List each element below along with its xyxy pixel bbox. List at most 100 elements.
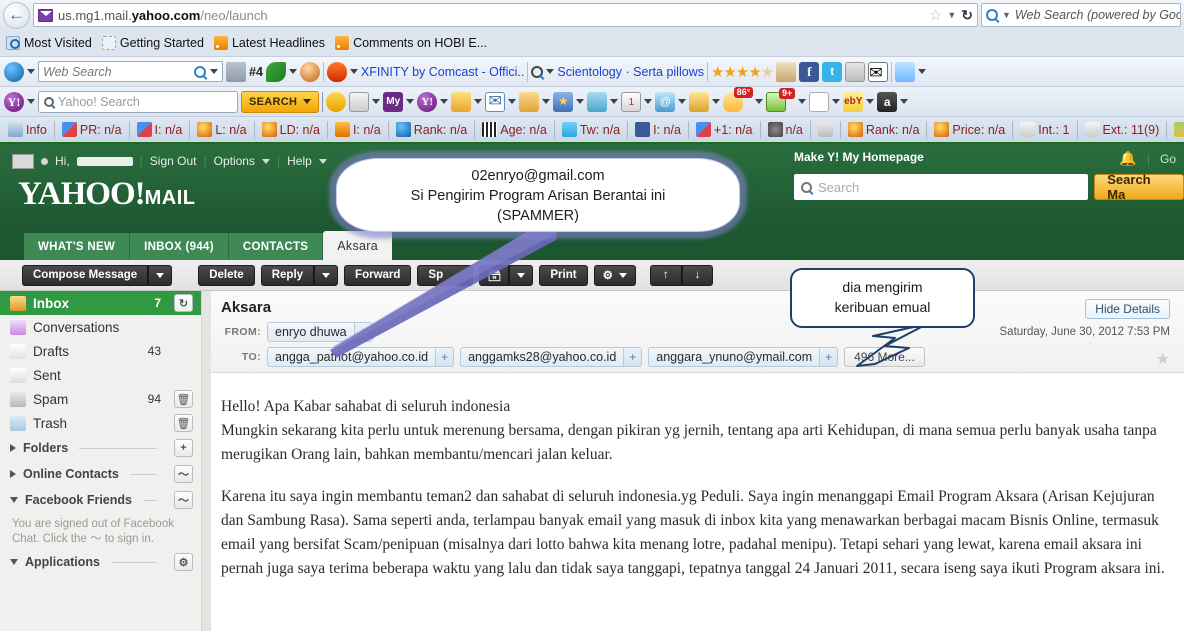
search-icon[interactable] bbox=[531, 65, 544, 78]
xfinity-link[interactable]: XFINITY by Comcast - Offici.. bbox=[361, 65, 524, 79]
yahoo-logo-icon[interactable]: Y! bbox=[4, 91, 24, 112]
yahoo-search-button[interactable]: SEARCH bbox=[241, 90, 320, 113]
amazon-icon[interactable]: a bbox=[877, 91, 898, 112]
sidebar-item-inbox[interactable]: Inbox 7 ↻ bbox=[0, 291, 201, 315]
chevron-down-icon[interactable] bbox=[866, 99, 875, 104]
messenger-icon[interactable]: 9+ bbox=[766, 87, 796, 112]
presence-status-icon[interactable] bbox=[41, 157, 48, 165]
calendar-icon[interactable]: 1 bbox=[621, 91, 642, 112]
chevron-down-icon[interactable] bbox=[918, 69, 927, 74]
mail-envelope-icon[interactable]: ✉ bbox=[485, 91, 506, 112]
url-bar[interactable]: us.mg1.mail.yahoo.com/neo/launch ☆ ▼ ↻ bbox=[33, 3, 978, 27]
chevron-down-icon[interactable] bbox=[372, 99, 381, 104]
chevron-down-icon[interactable] bbox=[303, 99, 312, 104]
chevron-down-icon[interactable] bbox=[542, 99, 551, 104]
seo-item-int-1[interactable]: Int.: 1 bbox=[1016, 122, 1073, 137]
chevron-down-icon[interactable] bbox=[712, 99, 721, 104]
next-message-button[interactable]: ↓ bbox=[681, 264, 714, 286]
sign-out-link[interactable]: Sign Out bbox=[150, 154, 197, 168]
sidebar-group-online-contacts[interactable]: Online Contacts 〜 bbox=[0, 461, 201, 487]
seo-item-tw-n-a[interactable]: Tw: n/a bbox=[558, 122, 624, 137]
seo-item-rank-n-a[interactable]: Rank: n/a bbox=[844, 122, 924, 137]
chevron-down-icon[interactable] bbox=[27, 99, 35, 104]
chevron-down-icon[interactable] bbox=[474, 99, 483, 104]
chevron-down-icon[interactable] bbox=[10, 497, 18, 503]
alexa-search-input[interactable]: Web Search bbox=[38, 61, 223, 82]
sidebar-item-spam[interactable]: Spam 94 🗑 bbox=[0, 387, 201, 411]
search-mail-button[interactable]: Search Ma bbox=[1094, 172, 1184, 202]
chevron-down-icon[interactable] bbox=[318, 158, 327, 164]
ebay-icon[interactable]: ebY bbox=[843, 91, 864, 112]
chevron-down-icon[interactable] bbox=[288, 69, 297, 74]
wayback-icon[interactable] bbox=[299, 61, 320, 82]
chevron-down-icon[interactable] bbox=[440, 99, 449, 104]
chat-icon[interactable]: 〜 bbox=[174, 465, 193, 483]
chevron-down-icon[interactable] bbox=[261, 158, 270, 164]
sidebar-group-applications[interactable]: Applications ⚙ bbox=[0, 549, 201, 575]
compose-message-button[interactable]: Compose Message bbox=[22, 264, 149, 286]
chevron-down-icon[interactable] bbox=[900, 99, 909, 104]
notepad-icon[interactable] bbox=[451, 91, 472, 112]
alexa-traffic-bars-icon[interactable] bbox=[226, 61, 246, 82]
chevron-down-icon[interactable] bbox=[27, 69, 35, 74]
chevron-down-icon[interactable] bbox=[210, 69, 218, 74]
bookmark-comments-hobi[interactable]: Comments on HOBI E... bbox=[335, 36, 487, 50]
seo-item-i-n-a[interactable]: I: n/a bbox=[631, 122, 685, 137]
chevron-down-icon[interactable] bbox=[546, 69, 555, 74]
chevron-down-icon[interactable] bbox=[10, 559, 18, 565]
help-menu[interactable]: Help bbox=[287, 154, 312, 168]
previous-message-button[interactable]: ↑ bbox=[649, 264, 682, 286]
back-button[interactable]: ← bbox=[3, 1, 30, 29]
hide-details-button[interactable]: Hide Details bbox=[1085, 299, 1170, 319]
shopping-bag-icon[interactable] bbox=[519, 91, 540, 112]
clipboard-icon[interactable] bbox=[776, 61, 797, 82]
seo-item-pr-n-a[interactable]: PR: n/a bbox=[58, 122, 126, 137]
options-menu[interactable]: Options bbox=[214, 154, 255, 168]
seo-item-l-n-a[interactable]: L: n/a bbox=[193, 122, 250, 137]
seo-item-ld-n-a[interactable]: LD: n/a bbox=[258, 122, 324, 137]
seo-item-n-a[interactable]: n/a bbox=[764, 122, 807, 137]
related-links-icon[interactable] bbox=[265, 61, 286, 82]
yahoo-search-input[interactable]: Yahoo! Search bbox=[38, 90, 238, 113]
chevron-right-icon[interactable] bbox=[10, 470, 16, 478]
recipient-chip[interactable]: anggara_ynuno@ymail.com + bbox=[648, 347, 839, 367]
chevron-down-icon[interactable] bbox=[755, 99, 764, 104]
tab-inbox-944[interactable]: INBOX (944) bbox=[130, 233, 229, 260]
bookmarks-book-icon[interactable] bbox=[349, 91, 370, 112]
yahoo-home-icon[interactable]: Y! bbox=[417, 91, 438, 112]
sidebar-scrollbar[interactable] bbox=[202, 291, 211, 631]
refresh-icon[interactable]: ↻ bbox=[174, 294, 193, 312]
sidebar-group-folders[interactable]: Folders + bbox=[0, 435, 201, 461]
bookmark-latest-headlines[interactable]: Latest Headlines bbox=[213, 36, 325, 50]
flame-icon[interactable] bbox=[326, 61, 347, 82]
emoticon-icon[interactable] bbox=[326, 91, 347, 112]
settings-button[interactable]: ⚙ bbox=[593, 264, 636, 286]
bookmark-getting-started[interactable]: Getting Started bbox=[101, 36, 204, 50]
notes-folder-icon[interactable] bbox=[689, 91, 710, 112]
rating-stars-icon[interactable]: ★★★★★ bbox=[711, 63, 774, 81]
delete-button[interactable]: Delete bbox=[198, 264, 255, 286]
mail-envelope-icon[interactable]: ✉ bbox=[868, 61, 889, 82]
go-link[interactable]: Go bbox=[1160, 152, 1176, 166]
chevron-down-icon[interactable] bbox=[508, 99, 517, 104]
chevron-down-icon[interactable]: ▼ bbox=[947, 10, 956, 20]
facebook-icon[interactable]: f bbox=[799, 61, 820, 82]
seo-item-code-icon[interactable] bbox=[814, 122, 837, 137]
tab-contacts[interactable]: CONTACTS bbox=[228, 233, 324, 260]
sidebar-group-facebook-friends[interactable]: Facebook Friends 〜 bbox=[0, 487, 201, 513]
seo-item-1-n-a[interactable]: +1: n/a bbox=[692, 122, 757, 137]
add-recipient-icon[interactable]: + bbox=[819, 348, 838, 366]
chevron-down-icon[interactable] bbox=[349, 69, 358, 74]
gear-icon[interactable]: ⚙ bbox=[174, 553, 193, 571]
seo-item-info[interactable]: Info bbox=[4, 122, 51, 137]
seo-item-i-n-a[interactable]: I: n/a bbox=[331, 122, 385, 137]
favorites-star-icon[interactable]: ★ bbox=[553, 91, 574, 112]
add-recipient-icon[interactable]: + bbox=[623, 348, 642, 366]
chevron-down-icon[interactable] bbox=[832, 99, 841, 104]
scientology-serta-link[interactable]: Scientology · Serta pillows bbox=[557, 65, 704, 79]
tab-what-s-new[interactable]: WHAT'S NEW bbox=[24, 233, 131, 260]
sidebar-item-drafts[interactable]: Drafts 43 bbox=[0, 339, 201, 363]
chevron-down-icon[interactable] bbox=[576, 99, 585, 104]
trash-icon[interactable]: 🗑 bbox=[174, 414, 193, 432]
seo-item-age-n-a[interactable]: Age: n/a bbox=[478, 122, 551, 137]
